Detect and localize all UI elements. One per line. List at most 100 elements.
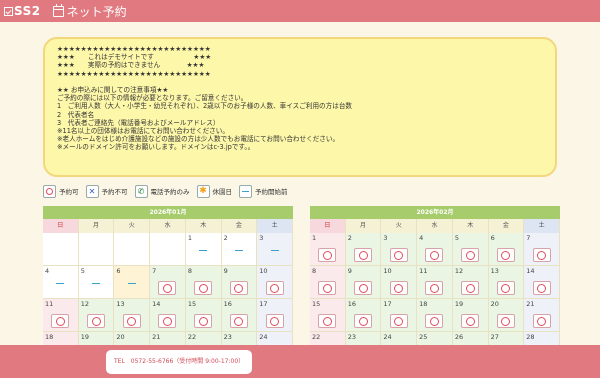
calendar-day[interactable]: 20 — [488, 299, 525, 332]
calendar-day — [114, 233, 151, 266]
calendar-day[interactable]: 17 — [381, 299, 418, 332]
available-icon[interactable] — [194, 281, 213, 295]
legend-label: 休園日 — [212, 188, 233, 196]
legend-item-unavailable: ✕ 予約不可 — [85, 184, 128, 198]
available-icon[interactable] — [461, 314, 480, 328]
available-icon[interactable] — [318, 281, 337, 295]
available-icon[interactable] — [51, 314, 70, 328]
day-number: 24 — [383, 333, 392, 341]
available-icon[interactable] — [265, 314, 284, 328]
available-icon[interactable] — [425, 314, 444, 328]
calendar-day[interactable]: 5 — [452, 233, 489, 266]
available-icon[interactable] — [318, 248, 337, 262]
day-number: 14 — [152, 300, 161, 308]
circle-icon — [43, 184, 56, 198]
available-icon[interactable] — [229, 281, 248, 295]
available-icon[interactable] — [425, 281, 444, 295]
weekday-label: 土 — [257, 219, 293, 233]
notice-box: ★★★★★★★★★★★★★★★★★★★★★★★★★★ ★★★ これはデモサイトで… — [43, 37, 557, 177]
available-icon[interactable] — [389, 281, 408, 295]
day-number: 12 — [454, 267, 464, 275]
available-icon[interactable] — [532, 314, 551, 328]
calendar-day[interactable]: 14 — [524, 266, 560, 299]
tel-info[interactable]: TEL 0572-55-6766（受付時間 9:00-17:00） — [106, 350, 252, 374]
weekday-label: 水 — [150, 219, 186, 233]
available-icon[interactable] — [389, 248, 408, 262]
calendar-day[interactable]: 11 — [417, 266, 453, 299]
calendar-day: 2 — [221, 233, 258, 266]
calendar-day[interactable]: 14 — [150, 299, 186, 332]
weekday-header: 日月火水木金土 — [43, 219, 293, 233]
calendar-day: 1 — [185, 233, 222, 266]
available-icon[interactable] — [158, 314, 177, 328]
day-number: 23 — [347, 333, 356, 341]
calendar-day[interactable]: 9 — [221, 266, 258, 299]
available-icon[interactable] — [265, 281, 284, 295]
weekday-label: 水 — [417, 219, 453, 233]
day-number: 15 — [187, 300, 197, 308]
day-number: 6 — [116, 267, 121, 275]
available-icon[interactable] — [532, 248, 551, 262]
available-icon[interactable] — [87, 314, 106, 328]
available-icon[interactable] — [532, 281, 551, 295]
calendar-day[interactable]: 8 — [185, 266, 222, 299]
calendar-day[interactable]: 4 — [417, 233, 453, 266]
available-icon[interactable] — [318, 314, 337, 328]
day-number: 19 — [80, 333, 89, 341]
available-icon[interactable] — [354, 281, 373, 295]
calendar-day[interactable]: 11 — [43, 299, 79, 332]
before-open-icon — [127, 283, 136, 284]
legend-item-closed: ✱ 休園日 — [196, 184, 233, 198]
available-icon[interactable] — [425, 248, 444, 262]
available-icon[interactable] — [122, 314, 141, 328]
calendar-day[interactable]: 18 — [417, 299, 453, 332]
day-number: 14 — [526, 267, 535, 275]
calendar-day[interactable]: 3 — [381, 233, 418, 266]
calendar-day[interactable]: 8 — [310, 266, 346, 299]
calendar-day[interactable]: 10 — [257, 266, 293, 299]
logo[interactable]: SS2 — [4, 4, 41, 18]
day-number: 25 — [419, 333, 428, 341]
day-number: 17 — [383, 300, 392, 308]
available-icon[interactable] — [354, 314, 373, 328]
calendar-day[interactable]: 19 — [452, 299, 489, 332]
calendar-title: 2026年02月 — [310, 206, 560, 219]
day-number: 19 — [454, 300, 464, 308]
calendar-day[interactable]: 13 — [114, 299, 151, 332]
calendar-day[interactable]: 1 — [310, 233, 346, 266]
calendar-day[interactable]: 6 — [488, 233, 525, 266]
calendar-day[interactable]: 21 — [524, 299, 560, 332]
available-icon[interactable] — [496, 248, 515, 262]
calendar-day[interactable]: 2 — [345, 233, 382, 266]
calendar-day[interactable]: 13 — [488, 266, 525, 299]
day-number: 8 — [187, 267, 192, 275]
calendar-day[interactable]: 15 — [185, 299, 222, 332]
available-icon[interactable] — [389, 314, 408, 328]
legend-label: 予約開始前 — [255, 188, 288, 196]
available-icon[interactable] — [158, 281, 177, 295]
calendar-day[interactable]: 10 — [381, 266, 418, 299]
calendar-day[interactable]: 15 — [310, 299, 346, 332]
available-icon[interactable] — [354, 248, 373, 262]
available-icon[interactable] — [461, 281, 480, 295]
available-icon[interactable] — [229, 314, 248, 328]
calendar-day[interactable]: 12 — [452, 266, 489, 299]
day-number: 11 — [419, 267, 428, 275]
day-number: 13 — [116, 300, 125, 308]
available-icon[interactable] — [194, 314, 213, 328]
legend-item-available: 予約可 — [43, 184, 79, 198]
calendar-day[interactable]: 16 — [221, 299, 258, 332]
calendar-day[interactable]: 7 — [524, 233, 560, 266]
calendar-day[interactable]: 9 — [345, 266, 382, 299]
day-number: 11 — [45, 300, 54, 308]
available-icon[interactable] — [496, 281, 515, 295]
calendar-day[interactable]: 17 — [257, 299, 293, 332]
calendar-day[interactable]: 7 — [150, 266, 186, 299]
calendar-day[interactable]: 16 — [345, 299, 382, 332]
available-icon[interactable] — [461, 248, 480, 262]
available-icon[interactable] — [496, 314, 515, 328]
calendar-day[interactable]: 12 — [78, 299, 115, 332]
check-box-icon — [4, 6, 13, 16]
day-number: 16 — [223, 300, 232, 308]
day-number: 7 — [526, 234, 531, 242]
